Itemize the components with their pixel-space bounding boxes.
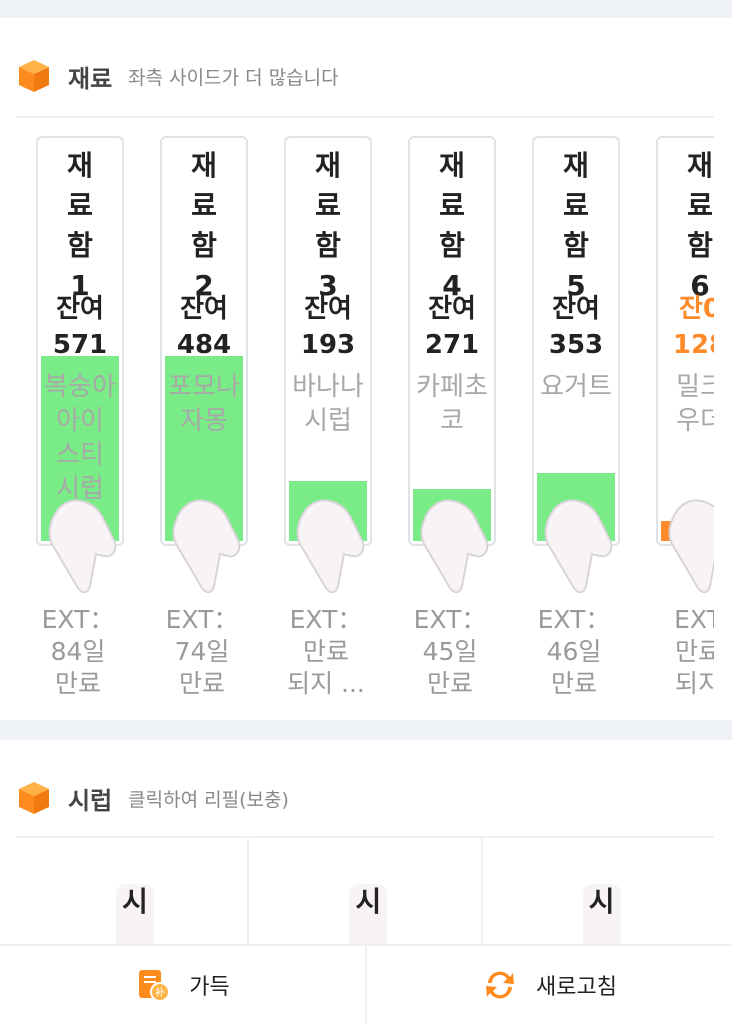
drag-handle-icon[interactable]	[662, 498, 714, 594]
bin-remain-value: 484	[176, 330, 232, 360]
syrup-title: 시럽	[68, 786, 113, 815]
materials-title: 재료	[68, 64, 113, 93]
full-icon: 补	[139, 970, 171, 1002]
material-bin[interactable]: 재 료 함 1 잔여 571 복숭아 아이 스티 시럽 EXT： 84일 만료	[16, 136, 140, 706]
box-icon	[19, 782, 49, 814]
top-strip	[0, 0, 732, 18]
bin-remain-label: 잔여	[180, 294, 228, 324]
bin-tube: 재 료 함 5 잔여 353 요거트	[532, 136, 620, 546]
bin-remain-value: 571	[52, 330, 108, 360]
bin-flavor: 요거트	[540, 372, 612, 402]
bin-remain-value: 271	[424, 330, 480, 360]
material-bin[interactable]: 재 료 함 2 잔여 484 포모나 자몽 EXT： 74일 만료	[140, 136, 264, 706]
bin-expiry: EXT： 46일 만료	[537, 605, 611, 698]
material-bin[interactable]: 재 료 함 4 잔여 271 카페초 코 EXT： 45일 만료	[388, 136, 512, 706]
refresh-icon	[486, 971, 515, 999]
bin-name: 재 료 함 1	[67, 149, 93, 302]
box-icon	[19, 60, 49, 92]
bin-tube: 재 료 함 6잔0 128 밀크 우더	[656, 136, 714, 546]
syrup-grid: ⋮ 시 ⋮ 시 ⋮ 시	[16, 838, 714, 948]
bin-expiry: EXT： 만료 되지 ...	[287, 605, 365, 698]
drag-handle-icon[interactable]	[42, 498, 122, 594]
materials-subtitle: 좌측 사이드가 더 많습니다	[128, 66, 339, 89]
syrup-cell-label: 시	[349, 884, 388, 948]
refresh-label: 새로고침	[536, 975, 617, 1000]
bin-remain-label: 잔여	[304, 294, 352, 324]
materials-header: 재료 좌측 사이드가 더 많습니다	[16, 56, 339, 96]
bin-remain-value: 353	[548, 330, 604, 360]
bin-flavor: 카페초 코	[416, 372, 488, 436]
syrup-cell[interactable]: ⋮ 시	[16, 838, 250, 948]
bin-tube: 재 료 함 2 잔여 484 포모나 자몽	[160, 136, 248, 546]
refresh-button[interactable]: 새로고침	[365, 946, 732, 1024]
bin-name: 재 료 함 5	[563, 149, 589, 302]
bin-flavor: 바나나 시럽	[292, 372, 364, 436]
material-bin[interactable]: 재 료 함 3 잔여 193 바나나 시럽 EXT： 만료 되지 ...	[264, 136, 388, 706]
syrup-cell-label: 시	[116, 884, 154, 948]
bin-expiry: EXT 만료 되지	[674, 605, 714, 698]
divider	[16, 116, 714, 118]
bin-expiry: EXT： 74일 만료	[165, 605, 239, 698]
drag-handle-icon[interactable]	[538, 498, 618, 594]
material-bins-strip[interactable]: 재 료 함 1 잔여 571 복숭아 아이 스티 시럽 EXT： 84일 만료 재 료 함…	[16, 136, 714, 706]
materials-card: 재료 좌측 사이드가 더 많습니다 재 료 함 1 잔여 571 복숭아 아이 스티 …	[0, 18, 732, 720]
svg-text:补: 补	[155, 986, 165, 999]
drag-handle-icon[interactable]	[414, 498, 494, 594]
bin-remain-value: 193	[300, 330, 356, 360]
bin-tube: 재 료 함 1 잔여 571 복숭아 아이 스티 시럽	[36, 136, 124, 546]
bin-remain-value: 128	[672, 330, 714, 360]
bin-flavor: 밀크 우더	[676, 372, 714, 436]
bin-name: 재 료 함 6	[687, 149, 713, 302]
syrup-cell[interactable]: ⋮ 시	[249, 838, 483, 948]
syrup-cell-label: 시	[582, 884, 621, 948]
bottom-bar: 补 가득 새로고침	[0, 944, 732, 1024]
syrup-header: 시럽 클릭하여 리필(보충)	[16, 778, 289, 818]
bin-flavor: 복숭아 아이 스티 시럽	[44, 372, 116, 504]
bin-flavor: 포모나 자몽	[168, 372, 240, 436]
drag-handle-icon[interactable]	[290, 498, 370, 594]
bin-expiry: EXT： 84일 만료	[41, 605, 115, 698]
syrup-cell[interactable]: ⋮ 시	[483, 838, 714, 948]
bin-remain-label: 잔여	[56, 294, 104, 324]
bin-expiry: EXT： 45일 만료	[413, 605, 487, 698]
drag-handle-icon[interactable]	[166, 498, 246, 594]
bin-remain-label: 잔여	[552, 294, 600, 324]
syrup-subtitle: 클릭하여 리필(보충)	[128, 788, 289, 811]
fill-all-label: 가득	[189, 975, 230, 1000]
bin-tube: 재 료 함 4 잔여 271 카페초 코	[408, 136, 496, 546]
bin-name: 재 료 함 3	[315, 149, 341, 302]
bin-remain-label: 잔0	[678, 294, 714, 324]
material-bin[interactable]: 재 료 함 5 잔여 353 요거트 EXT： 46일 만료	[512, 136, 636, 706]
bin-remain-label: 잔여	[428, 294, 476, 324]
bin-name: 재 료 함 2	[191, 149, 217, 302]
fill-all-button[interactable]: 补 가득	[0, 946, 365, 1024]
bin-name: 재 료 함 4	[439, 149, 465, 302]
bin-tube: 재 료 함 3 잔여 193 바나나 시럽	[284, 136, 372, 546]
material-bin[interactable]: 재 료 함 6잔0 128 밀크 우더 EXT 만료 되지	[636, 136, 714, 706]
